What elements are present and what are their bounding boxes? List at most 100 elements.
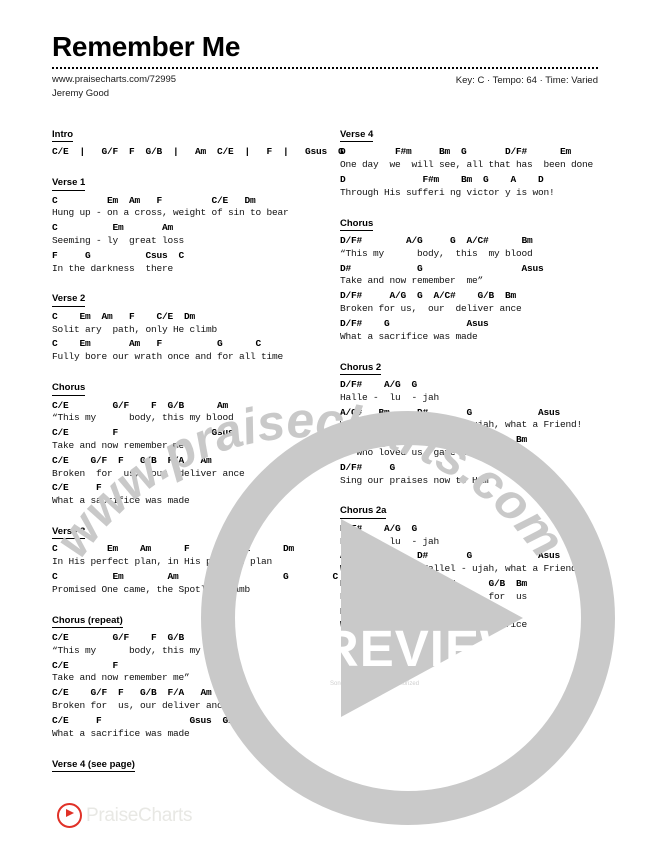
chord-line: D/F# G <box>340 461 396 473</box>
lyric-line: What a sacrifice was made <box>340 330 478 342</box>
chord-line: C/E F <box>52 482 102 494</box>
chord-lyric-line: D/F# G Sing our praises now to Him <box>340 462 600 488</box>
title-divider <box>52 67 598 70</box>
chord-line: C Em Am F G C <box>52 571 339 583</box>
lyric-line: Seeming - ly great loss <box>52 235 185 247</box>
song-section: Chorus C/E G/F F G/B Am “This my body, thi… <box>52 377 312 508</box>
lyric-line: “This my body, this my blood <box>340 247 533 259</box>
chord-line: D/F# A/G G A/C# G/B Bm <box>340 434 528 446</box>
lyric-line: Take and now remember me” <box>52 439 190 451</box>
lyric-line: Take and now remember me” <box>52 672 190 684</box>
section-label: Verse 2 <box>52 293 86 307</box>
chord-chart-page: Remember Me www.praisecharts.com/72995 J… <box>0 0 650 850</box>
praisecharts-logo[interactable]: PraiseCharts <box>57 803 193 828</box>
chord-lyric-line: C Em Am F G C Promised One came, the Spot… <box>52 571 339 597</box>
chord-lyric-line: D/F# A/G G Halle - lu - jah <box>340 523 600 549</box>
chord-lyric-line: D/F# A/G G Halle - lu - jah <box>340 379 600 405</box>
song-section: Chorus (repeat) C/E G/F F G/B Am “This my … <box>52 610 312 741</box>
lyric-line: In the darkness there <box>52 262 174 274</box>
section-label: Chorus (repeat) <box>52 615 123 629</box>
chord-line: C Em Am F C/E Dm <box>52 543 295 555</box>
section-label: Chorus 2a <box>340 505 387 519</box>
chord-line: C/E F Gsus <box>52 659 234 671</box>
chord-line: C/E | G/F F G/B | Am C/E | F | Gsus G <box>52 146 344 158</box>
left-column: Intro C/E | G/F F G/B | Am C/E | F | Gsus… <box>52 124 344 789</box>
chord-line: C Em Am F G C <box>52 338 262 350</box>
section-label: Chorus 2 <box>340 362 382 375</box>
lyric-line: Broken for us, our deliver ance <box>52 700 229 712</box>
song-section: Verse 2 C Em Am F C/E Dm Solit ary path, o… <box>52 288 312 364</box>
chord-line: D F#m Bm G A D <box>340 174 544 186</box>
chord-line: C/E G/F F G/B F/A Am <box>52 687 212 699</box>
section-label: Chorus <box>340 218 374 232</box>
chord-line: C/E G/F F G/B Am <box>52 632 229 644</box>
lyric-line: Halle - lu - jah <box>340 391 440 403</box>
section-label: Verse 4 <box>340 129 374 143</box>
section-label: Chorus <box>52 382 86 396</box>
chord-line: C/E F Gsus <box>52 427 234 439</box>
lyric-line: What a Savior! Hallel - ujah, what a Fri… <box>340 419 583 431</box>
logo-wordmark: PraiseCharts <box>86 804 193 826</box>
chord-lyric-line: C/E | G/F F G/B | Am C/E | F | Gsus G <box>52 146 344 159</box>
section-label: Verse 3 <box>52 526 86 540</box>
lyric-line: Hung up - on a cross, weight of sin to b… <box>52 207 289 219</box>
lyric-line: Solit ary path, only He climb <box>52 323 218 335</box>
chart-key-tempo-time: Key: C · Tempo: 64 · Time: Varied <box>455 75 598 87</box>
lyric-line: “This my body, this my blood <box>52 412 234 424</box>
lyric-line: Sing our praises now to Him <box>340 474 489 486</box>
chord-lyric-line: C Em Am F C/E Dm In His perfect plan, in … <box>52 543 312 569</box>
chord-lyric-line: C Em Am F G C Fully bore our wrath once a… <box>52 338 312 364</box>
section-label: Intro <box>52 129 74 143</box>
chord-line: C Em Am F C/E Dm <box>52 310 196 322</box>
lyric-line: What a sacrifice was made <box>52 495 190 507</box>
chord-line: D/F# A/G G A/C# G/B Bm <box>340 290 517 302</box>
lyric-line: What a Savior! Hallel - ujah, what a Fri… <box>340 563 583 575</box>
chord-lyric-line: D F#m Bm G A D Through His sufferi ng vic… <box>340 174 600 200</box>
chord-lyric-line: C/E G/F F G/B Am “This my body, this my b… <box>52 632 312 658</box>
chord-line: C/E G/F F G/B Am <box>52 399 229 411</box>
chord-line: F G Csus C <box>52 249 185 261</box>
chord-lyric-line: D F#m Bm G D/F# Em One day we will see, a… <box>340 146 600 172</box>
chord-line: C Em Am <box>52 222 174 234</box>
chord-line: C/E F Gsus G/A <box>52 714 240 726</box>
chord-lyric-line: C Em Am F C/E Dm Hung up - on a cross, we… <box>52 195 312 221</box>
chord-lyric-line: D/F# A/G G A/C# G/B Bm He who loved us, g… <box>340 578 600 604</box>
chord-lyric-line: C/E G/F F G/B F/A Am Broken for us, our d… <box>52 455 312 481</box>
lyric-line: He who loved us, gave Him for us <box>340 590 528 602</box>
song-section: Chorus 2 D/F# A/G G Halle - lu - jah A/C# B… <box>340 357 600 488</box>
chord-line: D F#m Bm G D/F# Em <box>340 146 572 158</box>
song-section: Verse 1 C Em Am F C/E Dm Hung up - on a cr… <box>52 172 312 275</box>
chord-lyric-line: D/F# G Asus What a sacrifice was made <box>340 318 600 344</box>
song-section: Verse 4 (see page) <box>52 754 312 776</box>
chart-url[interactable]: www.praisecharts.com/72995 <box>52 73 176 87</box>
song-section: Intro C/E | G/F F G/B | Am C/E | F | Gsus… <box>52 124 344 159</box>
song-section: Verse 3 C Em Am F C/E Dm In His perfect pl… <box>52 521 339 597</box>
chord-line: D/F# G D/F# G <box>340 605 500 617</box>
chord-line: D/F# A/G G A/C# G/B Bm <box>340 578 528 590</box>
chart-header: Remember Me www.praisecharts.com/72995 J… <box>52 32 598 101</box>
play-circle-icon <box>57 803 82 828</box>
right-column: Verse 4 D F#m Bm G D/F# Em One day we will… <box>340 124 600 789</box>
chart-body: Intro C/E | G/F F G/B | Am C/E | F | Gsus… <box>52 124 600 789</box>
chord-lyric-line: C/E F Gsus Take and now remember me” <box>52 660 312 686</box>
chord-line: A/C# Bm D# G Asus <box>340 406 561 418</box>
lyric-line: In His perfect plan, in His perfect plan <box>52 556 273 568</box>
chord-lyric-line: F G Csus C In the darkness there <box>52 250 312 276</box>
chord-line: D/F# A/G G <box>340 378 418 390</box>
lyric-line: Promised One came, the Spotless Lamb <box>52 583 251 595</box>
chart-author: Jeremy Good <box>52 88 110 100</box>
chord-line: C/E G/F F G/B F/A Am <box>52 454 212 466</box>
chart-meta-row: www.praisecharts.com/72995 Jeremy Good K… <box>52 73 598 101</box>
chord-lyric-line: D/F# G D/F# G What a sacrifice, what a sa… <box>340 606 600 632</box>
copyright-notice: Song No. 7127539. Unauthorized <box>330 681 420 687</box>
chord-lyric-line: C Em Am Seeming - ly great loss <box>52 222 312 248</box>
lyric-line: Broken for us, our deliver ance <box>52 467 245 479</box>
chord-lyric-line: D/F# A/G G A/C# Bm “This my body, this my… <box>340 235 600 261</box>
chord-lyric-line: D# G Asus Take and now remember me” <box>340 263 600 289</box>
lyric-line: “This my body, this my blood <box>52 644 234 656</box>
lyric-line: Halle - lu - jah <box>340 535 440 547</box>
song-section: Chorus 2a D/F# A/G G Halle - lu - jah A/C# … <box>340 500 600 631</box>
chart-source: www.praisecharts.com/72995 Jeremy Good <box>52 73 176 101</box>
chord-lyric-line: C/E F What a sacrifice was made <box>52 482 312 508</box>
chord-lyric-line: C/E G/F F G/B Am “This my body, this my b… <box>52 400 312 426</box>
